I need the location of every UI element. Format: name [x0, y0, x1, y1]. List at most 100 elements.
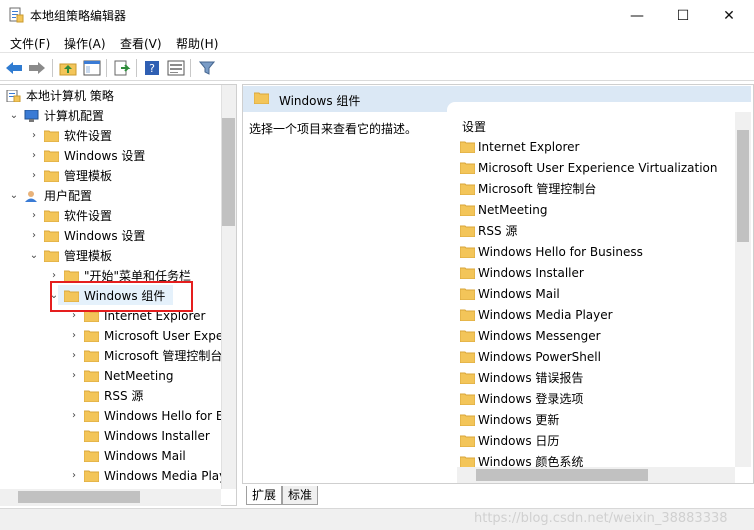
filter-button[interactable]	[197, 58, 217, 78]
folder-icon	[84, 430, 99, 442]
tree-item[interactable]: ⌄ 计算机配置	[8, 106, 221, 126]
settings-item-label: NetMeeting	[478, 203, 548, 217]
tree-item[interactable]: Windows Mail	[68, 446, 221, 466]
close-button[interactable]: ✕	[706, 0, 752, 31]
folder-icon	[84, 350, 99, 362]
settings-list-item[interactable]: NetMeeting	[460, 200, 734, 220]
forward-button[interactable]	[27, 58, 47, 78]
settings-item-label: Windows Messenger	[478, 329, 601, 343]
tree-item[interactable]: 本地计算机 策略	[6, 86, 221, 106]
chevron-right-icon[interactable]: ›	[28, 226, 40, 246]
settings-item-label: Windows PowerShell	[478, 350, 601, 364]
tree-item[interactable]: › Microsoft 管理控制台	[68, 346, 221, 366]
tree-item[interactable]: › Windows 设置	[28, 226, 221, 246]
chevron-right-icon[interactable]: ›	[28, 166, 40, 186]
settings-list-item[interactable]: Windows Messenger	[460, 326, 734, 346]
menu-view[interactable]: 查看(V)	[120, 35, 162, 52]
chevron-down-icon[interactable]: ⌄	[8, 186, 20, 206]
settings-list-item[interactable]: Windows 颜色系统	[460, 452, 734, 467]
chevron-right-icon[interactable]: ›	[68, 346, 80, 366]
folder-icon	[460, 372, 475, 384]
settings-item-label: Microsoft 管理控制台	[478, 182, 597, 196]
settings-list-item[interactable]: Internet Explorer	[460, 137, 734, 157]
menu-help[interactable]: 帮助(H)	[176, 35, 218, 52]
settings-list-item[interactable]: Windows Installer	[460, 263, 734, 283]
tree-item[interactable]: › Windows 设置	[28, 146, 221, 166]
menu-action[interactable]: 操作(A)	[64, 35, 106, 52]
settings-list-item[interactable]: Windows 登录选项	[460, 389, 734, 409]
settings-list-item[interactable]: Windows 更新	[460, 410, 734, 430]
tree-item-label: Windows Installer	[104, 429, 210, 443]
folder-icon	[460, 393, 475, 405]
computer-icon	[24, 110, 39, 122]
chevron-down-icon[interactable]: ⌄	[28, 246, 40, 266]
policy-editor-icon	[9, 7, 24, 23]
list-vertical-scroll-thumb[interactable]	[737, 130, 749, 242]
tree-item[interactable]: › NetMeeting	[68, 366, 221, 386]
list-horizontal-scroll-thumb[interactable]	[476, 469, 648, 481]
folder-icon	[84, 470, 99, 482]
export-icon	[114, 60, 131, 76]
tree-item[interactable]: › 管理模板	[28, 166, 221, 186]
settings-list-item[interactable]: Windows Media Player	[460, 305, 734, 325]
tree-item[interactable]: ⌄ 管理模板	[28, 246, 221, 266]
show-tree-button[interactable]	[82, 58, 102, 78]
tree-item-label: Windows Mail	[104, 449, 186, 463]
minimize-button[interactable]: —	[614, 0, 660, 31]
settings-list-item[interactable]: Microsoft User Experience Virtualization	[460, 158, 734, 178]
settings-list-item[interactable]: Windows Mail	[460, 284, 734, 304]
folder-icon	[460, 309, 475, 321]
tree-item[interactable]: › Windows Hello for E	[68, 406, 221, 426]
chevron-right-icon[interactable]: ›	[68, 466, 80, 486]
forward-arrow-icon	[29, 62, 45, 74]
chevron-right-icon[interactable]: ›	[68, 366, 80, 386]
up-folder-button[interactable]	[58, 58, 78, 78]
folder-icon	[84, 390, 99, 402]
settings-list-item[interactable]: Microsoft 管理控制台	[460, 179, 734, 199]
chevron-down-icon[interactable]: ⌄	[8, 106, 20, 126]
maximize-button[interactable]: ☐	[660, 0, 706, 31]
tree-horizontal-scroll-thumb[interactable]	[18, 491, 140, 503]
chevron-right-icon[interactable]: ›	[28, 146, 40, 166]
tree-item[interactable]: ⌄ 用户配置	[8, 186, 221, 206]
settings-list-item[interactable]: RSS 源	[460, 221, 734, 241]
maximize-icon: ☐	[676, 7, 690, 24]
settings-list-item[interactable]: Windows PowerShell	[460, 347, 734, 367]
folder-icon	[460, 204, 475, 216]
settings-column-header[interactable]: 设置	[462, 118, 486, 135]
minimize-icon: —	[630, 7, 644, 24]
chevron-right-icon[interactable]: ›	[68, 406, 80, 426]
properties-button[interactable]	[166, 58, 186, 78]
folder-icon	[460, 267, 475, 279]
user-icon	[25, 191, 37, 202]
toolbar: ?	[0, 54, 754, 81]
tree-item-label: Windows 设置	[64, 229, 146, 243]
tab-extended[interactable]: 扩展	[246, 486, 283, 505]
folder-icon	[44, 210, 59, 222]
tree-item[interactable]: RSS 源	[68, 386, 221, 406]
tree-item[interactable]: › 软件设置	[28, 206, 221, 226]
tree-item-label: RSS 源	[104, 389, 144, 403]
chevron-right-icon[interactable]: ›	[28, 126, 40, 146]
settings-list-item[interactable]: Windows Hello for Business	[460, 242, 734, 262]
menu-file[interactable]: 文件(F)	[10, 35, 50, 52]
tree-item[interactable]: › 软件设置	[28, 126, 221, 146]
settings-item-label: Windows Hello for Business	[478, 245, 643, 259]
tree-item[interactable]: Windows Installer	[68, 426, 221, 446]
help-button[interactable]: ?	[142, 58, 162, 78]
export-list-button[interactable]	[112, 58, 132, 78]
annotation-highlight-box	[50, 281, 193, 312]
tree-item[interactable]: › Microsoft User Expe	[68, 326, 221, 346]
settings-list-item[interactable]: Windows 错误报告	[460, 368, 734, 388]
console-tree-icon	[83, 60, 101, 76]
tree-item[interactable]: › Windows Media Play	[68, 466, 221, 486]
folder-icon	[460, 456, 475, 467]
tree-vertical-scroll-thumb[interactable]	[222, 118, 235, 226]
back-button[interactable]	[4, 58, 24, 78]
chevron-right-icon[interactable]: ›	[28, 206, 40, 226]
settings-item-label: Internet Explorer	[478, 140, 580, 154]
tab-standard[interactable]: 标准	[282, 486, 319, 505]
settings-list-item[interactable]: Windows 日历	[460, 431, 734, 451]
folder-icon	[460, 414, 475, 426]
chevron-right-icon[interactable]: ›	[68, 326, 80, 346]
